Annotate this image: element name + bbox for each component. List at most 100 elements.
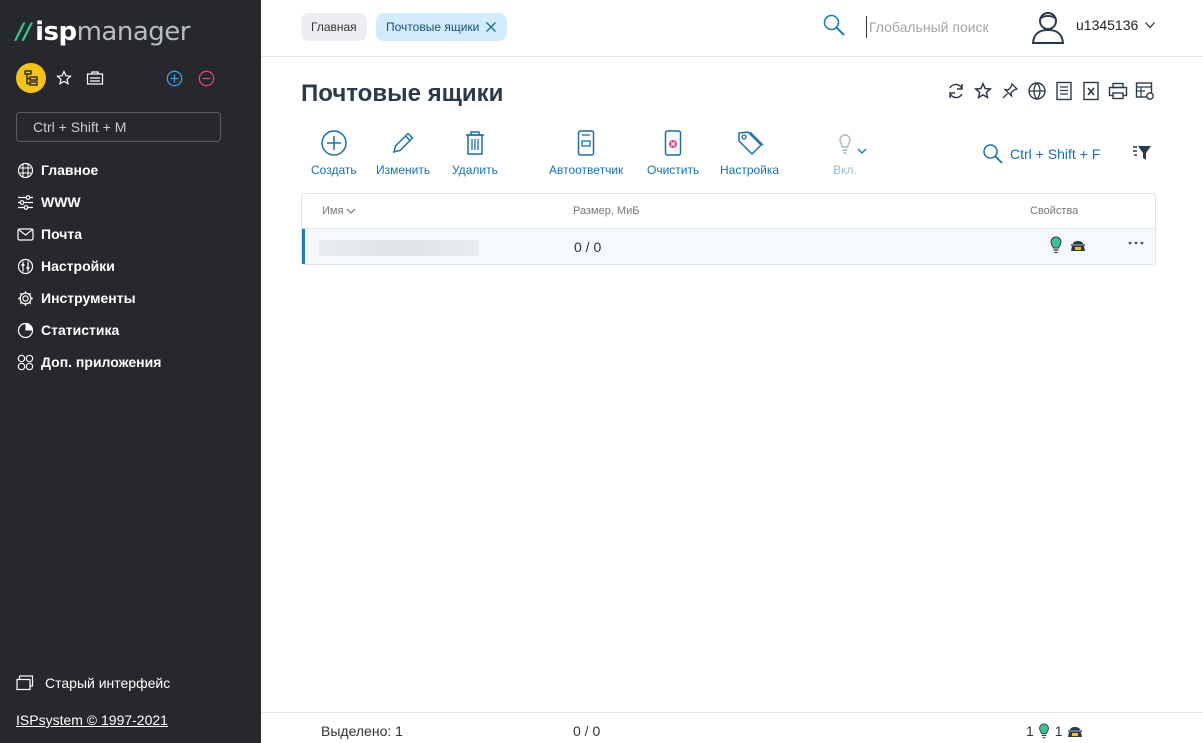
- refresh-icon[interactable]: [946, 80, 966, 102]
- sidebar-item-label: Настройки: [41, 258, 115, 274]
- spam-count: 1: [1054, 723, 1063, 739]
- mailbox-name-redacted: [319, 240, 479, 256]
- table-settings-icon[interactable]: [1135, 80, 1155, 102]
- print-icon[interactable]: [1108, 80, 1128, 102]
- table-row[interactable]: 0 / 0: [302, 229, 1155, 264]
- column-header-name[interactable]: Имя: [322, 205, 356, 217]
- globe-icon[interactable]: [1027, 80, 1047, 102]
- autoresponder-label: Автоответчик: [549, 163, 624, 177]
- pie-chart-icon: [16, 321, 34, 339]
- favorites-icon[interactable]: [54, 68, 74, 88]
- pin-icon[interactable]: [1000, 80, 1020, 102]
- chevron-down-icon[interactable]: [857, 147, 867, 155]
- sidebar-search-input[interactable]: Ctrl + Shift + M: [16, 112, 221, 142]
- user-avatar-icon[interactable]: [1030, 10, 1066, 44]
- menu-tree-button[interactable]: [16, 63, 46, 93]
- sidebar-item-label: Инструменты: [41, 290, 136, 306]
- trash-icon: [460, 128, 490, 158]
- app-logo[interactable]: // isp manager: [16, 14, 190, 50]
- edit-button[interactable]: Изменить: [376, 128, 430, 177]
- export-excel-icon[interactable]: [1081, 80, 1101, 102]
- tags-icon: [735, 128, 765, 158]
- sidebar-item-settings[interactable]: Настройки: [16, 250, 256, 282]
- mail-icon: [16, 225, 34, 243]
- table-header: Имя Размер, МиБ Свойства: [302, 194, 1155, 229]
- title-toolbar: [946, 80, 1155, 102]
- enable-button[interactable]: Вкл.: [830, 128, 860, 177]
- filter-search-label: Ctrl + Shift + F: [1010, 146, 1101, 162]
- size-total: 0 / 0: [573, 723, 601, 739]
- briefcase-icon[interactable]: [85, 68, 105, 88]
- spam-filter-icon: [1067, 727, 1082, 737]
- sidebar: // isp manager Ctrl + Shift + M Главное …: [0, 0, 261, 743]
- apps-icon: [16, 353, 34, 371]
- column-header-size[interactable]: Размер, МиБ: [573, 205, 639, 217]
- phone-device-icon: [571, 128, 601, 158]
- edit-label: Изменить: [376, 163, 431, 177]
- logo-isp: isp: [35, 17, 77, 47]
- selected-count: Выделено: 1: [321, 723, 403, 739]
- old-interface-label: Старый интерфейс: [45, 675, 171, 691]
- sidebar-item-apps[interactable]: Доп. приложения: [16, 346, 256, 378]
- lightbulb-icon: [830, 128, 860, 158]
- enabled-lightbulb-icon: [1050, 236, 1062, 254]
- table-filter-search[interactable]: Ctrl + Shift + F: [982, 143, 1100, 165]
- copyright-link[interactable]: ISPsystem © 1997-2021: [16, 712, 168, 728]
- sidebar-item-label: Главное: [41, 162, 99, 178]
- page-title: Почтовые ящики: [301, 80, 504, 107]
- logo-mark: //: [16, 19, 32, 45]
- old-interface-link[interactable]: Старый интерфейс: [16, 674, 170, 692]
- plus-circle-icon: [319, 128, 349, 158]
- mailboxes-table: Имя Размер, МиБ Свойства 0 / 0: [301, 193, 1156, 265]
- gear-icon: [16, 289, 34, 307]
- expand-all-icon[interactable]: [164, 68, 184, 88]
- sidebar-item-label: Почта: [41, 226, 83, 242]
- close-icon[interactable]: [485, 21, 497, 33]
- logo-manager: manager: [76, 17, 191, 47]
- pencil-icon: [388, 128, 418, 158]
- sidebar-item-label: Доп. приложения: [41, 354, 162, 370]
- more-options-icon[interactable]: [1127, 237, 1145, 249]
- settings-button[interactable]: Настройка: [720, 128, 779, 177]
- search-icon[interactable]: [822, 13, 846, 37]
- settings-dial-icon: [16, 257, 34, 275]
- mailbox-size: 0 / 0: [574, 239, 602, 255]
- tab-mailboxes-label: Почтовые ящики: [386, 20, 480, 34]
- clear-button[interactable]: Очистить: [647, 128, 699, 177]
- global-search-input[interactable]: [866, 16, 1006, 38]
- sidebar-item-statistics[interactable]: Статистика: [16, 314, 256, 346]
- create-button[interactable]: Создать: [311, 128, 357, 177]
- settings-label: Настройка: [720, 163, 780, 177]
- enable-label: Вкл.: [833, 163, 857, 177]
- sidebar-item-mail[interactable]: Почта: [16, 218, 256, 250]
- sidebar-item-label: Статистика: [41, 322, 120, 338]
- column-header-properties[interactable]: Свойства: [1030, 205, 1078, 217]
- sidebar-item-www[interactable]: WWW: [16, 186, 256, 218]
- delete-label: Удалить: [452, 163, 498, 177]
- create-label: Создать: [311, 163, 357, 177]
- tab-home[interactable]: Главная: [301, 13, 367, 41]
- sidebar-item-main[interactable]: Главное: [16, 154, 256, 186]
- sidebar-nav: Главное WWW Почта Настройки Инструменты: [16, 154, 256, 378]
- menu-tree-icon: [24, 70, 38, 86]
- clear-device-icon: [658, 128, 688, 158]
- filter-icon[interactable]: [1132, 144, 1152, 162]
- dashboard-icon: [16, 161, 34, 179]
- sidebar-item-tools[interactable]: Инструменты: [16, 282, 256, 314]
- tab-mailboxes[interactable]: Почтовые ящики: [376, 13, 508, 41]
- old-interface-icon: [16, 675, 34, 691]
- delete-button[interactable]: Удалить: [452, 128, 498, 177]
- chevron-down-icon: [347, 208, 356, 214]
- status-footer: Выделено: 1 0 / 0 1 1: [261, 712, 1203, 743]
- sidebar-item-label: WWW: [41, 194, 81, 210]
- top-bar: Главная Почтовые ящики u1345136: [261, 0, 1203, 57]
- sliders-icon: [16, 193, 34, 211]
- username-label: u1345136: [1076, 17, 1139, 33]
- document-list-icon[interactable]: [1054, 80, 1074, 102]
- user-menu[interactable]: u1345136: [1076, 17, 1156, 33]
- autoresponder-button[interactable]: Автоответчик: [549, 128, 623, 177]
- enabled-lightbulb-icon: [1038, 723, 1049, 739]
- collapse-all-icon[interactable]: [196, 68, 216, 88]
- star-icon[interactable]: [973, 80, 993, 102]
- column-name-label: Имя: [322, 205, 344, 217]
